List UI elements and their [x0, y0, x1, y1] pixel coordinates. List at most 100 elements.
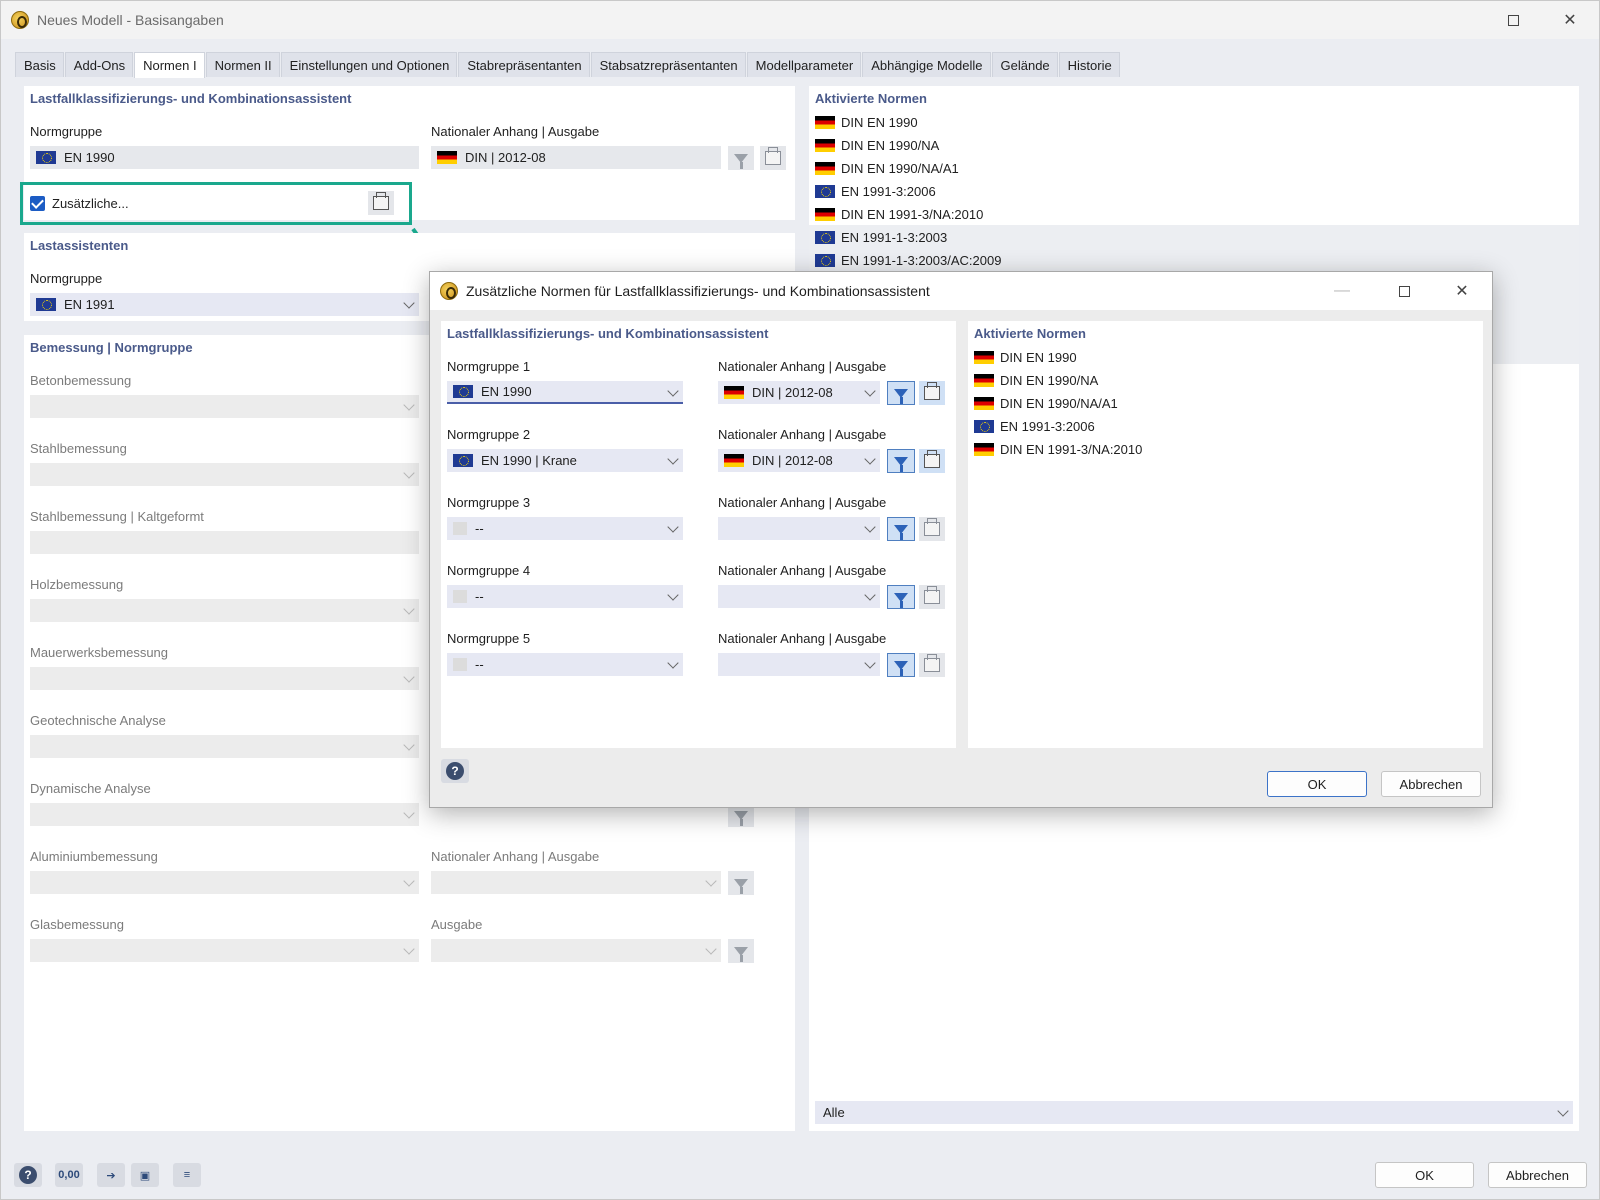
minimize-icon[interactable]: —	[1330, 280, 1354, 302]
la-normgruppe-value: EN 1991	[64, 297, 115, 312]
filter-icon	[734, 153, 748, 169]
list-item[interactable]: DIN EN 1990	[974, 346, 1077, 368]
de-flag-icon	[974, 373, 994, 387]
list-item[interactable]: DIN EN 1990/NA	[815, 134, 939, 156]
help-button[interactable]: ?	[14, 1163, 42, 1187]
database-icon: ≡	[183, 1169, 191, 1181]
maximize-icon[interactable]	[1501, 9, 1525, 31]
maximize-icon[interactable]	[1392, 280, 1416, 302]
list-item[interactable]: DIN EN 1990/NA/A1	[974, 392, 1118, 414]
eu-flag-icon	[453, 385, 473, 398]
dialog-left-panel: Lastfallklassifizierungs- und Kombinatio…	[441, 321, 956, 748]
help-icon: ?	[19, 1166, 37, 1184]
na-select[interactable]	[718, 653, 880, 676]
chevron-down-icon	[1559, 1104, 1567, 1118]
norm-filter-select[interactable]: Alle	[815, 1101, 1573, 1124]
edit-standard-button[interactable]	[919, 585, 945, 609]
lk-na-label: Nationaler Anhang | Ausgabe	[431, 124, 600, 139]
normgruppe-label: Normgruppe 2	[447, 427, 531, 442]
list-item[interactable]: EN 1991-1-3:2003/AC:2009	[815, 249, 1001, 271]
list-item[interactable]: EN 1991-1-3:2003	[815, 226, 947, 248]
database-button[interactable]: ≡	[173, 1163, 201, 1187]
filter-button[interactable]	[887, 449, 915, 473]
cancel-button[interactable]: Abbrechen	[1488, 1162, 1587, 1188]
filter-button	[728, 871, 754, 895]
filter-button[interactable]	[887, 585, 915, 609]
filter-button[interactable]	[887, 517, 915, 541]
de-flag-icon	[437, 151, 457, 164]
filter-button[interactable]	[887, 381, 915, 405]
list-item[interactable]: DIN EN 1990	[815, 111, 918, 133]
bemessung-label: Betonbemessung	[30, 373, 132, 388]
bemessung-right-label: Nationaler Anhang | Ausgabe	[431, 849, 600, 864]
norm-text: EN 1991-3:2006	[841, 183, 936, 199]
normgruppe-select[interactable]: EN 1990 | Krane	[447, 449, 683, 472]
dialog-cancel-button[interactable]: Abbrechen	[1381, 771, 1481, 797]
edit-standard-button[interactable]	[919, 653, 945, 677]
list-item[interactable]: DIN EN 1990/NA/A1	[815, 157, 959, 179]
list-item[interactable]: DIN EN 1990/NA	[974, 369, 1098, 391]
normgruppe-label: Normgruppe 4	[447, 563, 531, 578]
edit-standard-button[interactable]	[919, 449, 945, 473]
normgruppe-select[interactable]: --	[447, 653, 683, 676]
tab-2[interactable]: Normen I	[134, 52, 205, 78]
eu-flag-icon	[974, 419, 994, 433]
norm-filter-value: Alle	[823, 1105, 845, 1120]
tab-4[interactable]: Einstellungen und Optionen	[280, 52, 458, 77]
edit-standard-button[interactable]	[919, 381, 945, 405]
dialog-help-button[interactable]: ?	[441, 759, 469, 783]
close-icon[interactable]: ✕	[1450, 280, 1474, 302]
edit-standard-button[interactable]	[760, 146, 786, 170]
lk-na-field: DIN | 2012-08	[431, 146, 721, 169]
na-select[interactable]	[718, 585, 880, 608]
edit-standard-button[interactable]	[919, 517, 945, 541]
list-item[interactable]: EN 1991-3:2006	[815, 180, 936, 202]
dialog-aktivierte-title: Aktivierte Normen	[974, 326, 1086, 341]
list-item[interactable]: EN 1991-3:2006	[974, 415, 1095, 437]
tab-5[interactable]: Stabrepräsentanten	[458, 52, 590, 77]
eu-flag-icon	[815, 184, 835, 198]
normgruppe-select[interactable]: EN 1990	[447, 381, 683, 404]
close-icon[interactable]: ✕	[1558, 9, 1582, 31]
export-button[interactable]: ➔	[97, 1163, 125, 1187]
chevron-down-icon	[669, 520, 677, 534]
tab-0[interactable]: Basis	[15, 52, 64, 77]
na-value: DIN | 2012-08	[752, 385, 833, 400]
na-select[interactable]: DIN | 2012-08	[718, 381, 880, 404]
normgruppe-label: Normgruppe 5	[447, 631, 531, 646]
normgruppe-select[interactable]: --	[447, 517, 683, 540]
ok-button[interactable]: OK	[1375, 1162, 1474, 1188]
chevron-down-icon	[866, 656, 874, 670]
normgruppe-value: EN 1990	[481, 384, 532, 399]
normgruppe-select[interactable]: --	[447, 585, 683, 608]
na-label: Nationaler Anhang | Ausgabe	[718, 631, 887, 646]
tab-9[interactable]: Gelände	[991, 52, 1058, 77]
save-icon: ▣	[139, 1169, 151, 1182]
save-settings-button[interactable]: ▣	[131, 1163, 159, 1187]
tab-1[interactable]: Add-Ons	[64, 52, 134, 77]
bemessung-title: Bemessung | Normgruppe	[30, 340, 193, 355]
bemessung-label: Stahlbemessung	[30, 441, 127, 456]
filter-button[interactable]	[728, 146, 754, 170]
box-edit-icon	[924, 382, 940, 400]
export-icon: ➔	[106, 1169, 116, 1182]
filter-button	[728, 939, 754, 963]
tab-6[interactable]: Stabsatzrepräsentanten	[590, 52, 746, 77]
normgruppe-value: EN 1990 | Krane	[481, 453, 577, 468]
box-edit-icon	[924, 518, 940, 536]
list-item[interactable]: DIN EN 1991-3/NA:2010	[815, 203, 983, 225]
tab-10[interactable]: Historie	[1058, 52, 1120, 77]
na-select[interactable]: DIN | 2012-08	[718, 449, 880, 472]
dialog-section-title: Lastfallklassifizierungs- und Kombinatio…	[447, 326, 769, 341]
tab-8[interactable]: Abhängige Modelle	[862, 52, 991, 77]
list-item[interactable]: DIN EN 1991-3/NA:2010	[974, 438, 1142, 460]
units-button[interactable]: 0,00	[55, 1163, 83, 1187]
tab-7[interactable]: Modellparameter	[746, 52, 862, 77]
na-select[interactable]	[718, 517, 880, 540]
de-flag-icon	[974, 396, 994, 410]
dialog-ok-button[interactable]: OK	[1267, 771, 1367, 797]
chevron-down-icon	[669, 384, 677, 398]
tab-3[interactable]: Normen II	[205, 52, 280, 77]
filter-button[interactable]	[887, 653, 915, 677]
la-normgruppe-select[interactable]: EN 1991	[30, 293, 419, 316]
